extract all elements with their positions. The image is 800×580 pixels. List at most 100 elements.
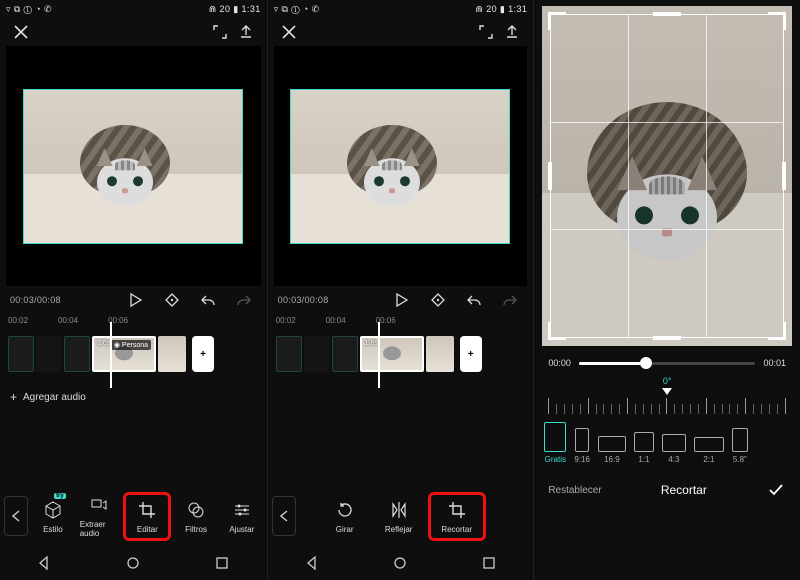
tool-filtros[interactable]: Filtros [175,495,217,538]
timeline-ruler: 00:02 00:04 00:06 [268,314,534,328]
cube-icon [42,499,64,521]
playback-time: 00:03/00:08 [10,295,61,305]
timeline-strip[interactable]: 1.6s + [268,332,534,378]
try-badge: try [54,493,66,499]
ratio-1:1[interactable]: 1:1 [634,432,654,464]
redo-icon[interactable] [497,287,523,313]
timeline-thumb[interactable] [36,336,62,372]
ratio-9:16[interactable]: 9:16 [574,428,590,464]
undo-icon[interactable] [461,287,487,313]
tool-label: Girar [336,525,354,534]
tool-extraer-audio[interactable]: Extraer audio [78,490,120,542]
persona-badge[interactable]: ◉ Persona [111,340,151,350]
screen-crop: 00:00 00:01 0° Gratis9:1616:91:14:32:15.… [533,0,800,580]
close-icon[interactable] [276,19,302,45]
playhead[interactable] [110,322,112,388]
crop-handle-left[interactable] [548,162,552,190]
ratio-label: 16:9 [604,455,620,464]
angle-cursor-icon [662,388,672,395]
angle-ruler[interactable] [548,388,786,414]
timeline-thumb[interactable] [426,336,454,372]
timeline-thumb[interactable] [8,336,34,372]
playback-row: 00:03/00:08 [268,286,534,314]
video-preview[interactable] [274,46,528,286]
nav-home-icon[interactable] [126,556,140,573]
crop-handle-tl[interactable] [548,12,566,30]
ratio-box-icon [634,432,654,452]
ratio-16:9[interactable]: 16:9 [598,436,626,464]
play-icon[interactable] [123,287,149,313]
timeline-strip[interactable]: 1.6s ◉ Persona + [0,332,267,378]
reset-button[interactable]: Restablecer [548,485,601,496]
ratio-2:1[interactable]: 2:1 [694,437,724,464]
ratio-label: 4:3 [668,455,679,464]
tool-label: Extraer audio [80,520,118,538]
keyframe-icon[interactable] [159,287,185,313]
playhead[interactable] [378,322,380,388]
timeline-thumb[interactable] [304,336,330,372]
add-clip-button[interactable]: + [192,336,214,372]
timeline-thumb-selected[interactable]: 1.6s ◉ Persona [92,336,156,372]
video-preview[interactable] [6,46,261,286]
nav-recents-icon[interactable] [215,556,229,573]
confirm-row: Restablecer Recortar [534,468,800,512]
tool-editar[interactable]: Editar [123,492,171,541]
ratio-label: Gratis [545,455,566,464]
nav-back-icon[interactable] [37,556,51,573]
ratio-4:3[interactable]: 4:3 [662,434,686,464]
tool-label: Ajustar [229,525,254,534]
ratio-label: 2:1 [703,455,714,464]
ruler-mark: 00:02 [8,316,28,326]
tool-recortar[interactable]: Recortar [428,492,486,541]
trim-knob[interactable] [640,357,652,369]
tool-label: Filtros [185,525,207,534]
timeline-thumb[interactable] [276,336,302,372]
tool-reflejar[interactable]: Reflejar [374,495,424,538]
export-icon[interactable] [499,19,525,45]
extract-audio-icon [88,494,110,516]
crop-icon [446,499,468,521]
crop-handle-bottom[interactable] [653,336,681,340]
crop-handle-bl[interactable] [548,322,566,340]
confirm-check-icon[interactable] [766,480,786,500]
crop-handle-top[interactable] [653,12,681,16]
nav-back-icon[interactable] [305,556,319,573]
playback-row: 00:03/00:08 [0,286,267,314]
crop-handle-tr[interactable] [768,12,786,30]
ratio-5:8[interactable]: 5.8" [732,428,748,464]
timeline-thumb[interactable] [332,336,358,372]
redo-icon[interactable] [231,287,257,313]
tool-estilo[interactable]: try Estilo [32,495,74,538]
tool-back-button[interactable] [4,496,28,536]
add-audio-button[interactable]: + Agregar audio [0,386,267,408]
nav-recents-icon[interactable] [482,556,496,573]
android-nav-bar [0,548,267,580]
status-bar: ▿ ⧉ ⓛ ◔ ✆ ⋒ 20 ▮ 1:31 [268,0,534,18]
keyframe-icon[interactable] [425,287,451,313]
timeline-thumb[interactable] [158,336,186,372]
tool-row: Girar Reflejar Recortar [268,484,534,548]
expand-icon[interactable] [207,19,233,45]
status-left: ▿ ⧉ ⓛ ◔ ✆ [6,4,52,15]
tool-ajustar[interactable]: Ajustar [221,495,263,538]
crop-handle-right[interactable] [782,162,786,190]
ratio-box-icon [662,434,686,452]
ratio-label: 9:16 [574,455,590,464]
export-icon[interactable] [233,19,259,45]
crop-frame[interactable] [550,14,784,338]
nav-home-icon[interactable] [393,556,407,573]
trim-slider[interactable] [579,362,756,365]
expand-icon[interactable] [473,19,499,45]
trim-end-label: 00:01 [763,358,786,368]
tool-girar[interactable]: Girar [320,495,370,538]
crop-handle-br[interactable] [768,322,786,340]
timeline-thumb[interactable] [64,336,90,372]
undo-icon[interactable] [195,287,221,313]
ratio-gratis[interactable]: Gratis [544,422,566,464]
add-clip-button[interactable]: + [460,336,482,372]
crop-preview[interactable] [542,6,792,346]
timeline-thumb-selected[interactable]: 1.6s [360,336,424,372]
tool-back-button[interactable] [272,496,296,536]
play-icon[interactable] [389,287,415,313]
close-icon[interactable] [8,19,34,45]
